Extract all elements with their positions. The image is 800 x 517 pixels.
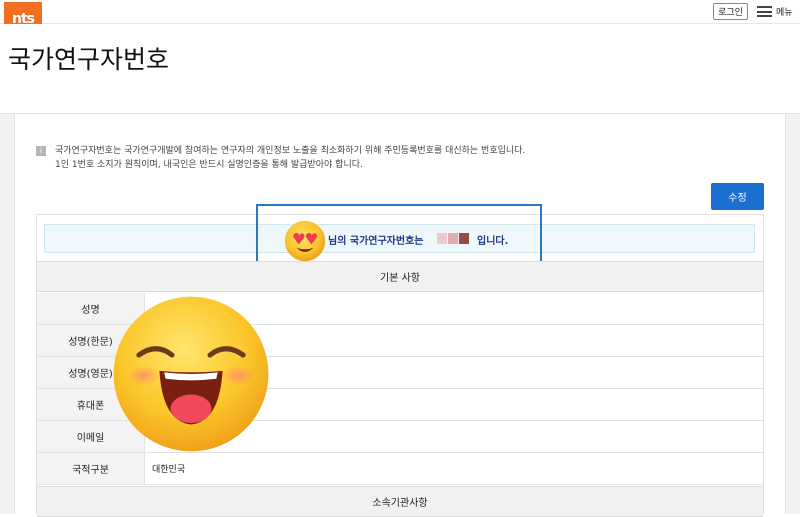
section-basic-info: 기본 사항 bbox=[37, 261, 763, 292]
notice-line-1: 국가연구자번호는 국가연구개발에 참여하는 연구자의 개인정보 노출을 최소화하… bbox=[55, 146, 526, 156]
table-row: 국적구분 대한민국 bbox=[37, 453, 763, 485]
section-organization-info: 소속기관사항 bbox=[37, 486, 763, 517]
laughing-emoji-icon bbox=[113, 296, 269, 452]
menu-label: 메뉴 bbox=[776, 8, 793, 18]
notice-line-2: 1인 1번호 소지가 원칙이며, 내국인은 반드시 실명인증을 통해 발급받아야… bbox=[55, 160, 363, 170]
row-label: 국적구분 bbox=[37, 453, 145, 484]
info-icon: i bbox=[36, 146, 46, 156]
top-bar bbox=[0, 0, 800, 24]
edit-button[interactable]: 수정 bbox=[711, 183, 764, 210]
hamburger-icon bbox=[757, 6, 772, 17]
page-title: 국가연구자번호 bbox=[8, 45, 170, 74]
login-button[interactable]: 로그인 bbox=[713, 3, 748, 20]
row-value: 대한민국 bbox=[152, 465, 186, 475]
menu-button[interactable]: 메뉴 bbox=[757, 3, 797, 20]
heart-eyes-emoji-icon bbox=[284, 220, 326, 262]
